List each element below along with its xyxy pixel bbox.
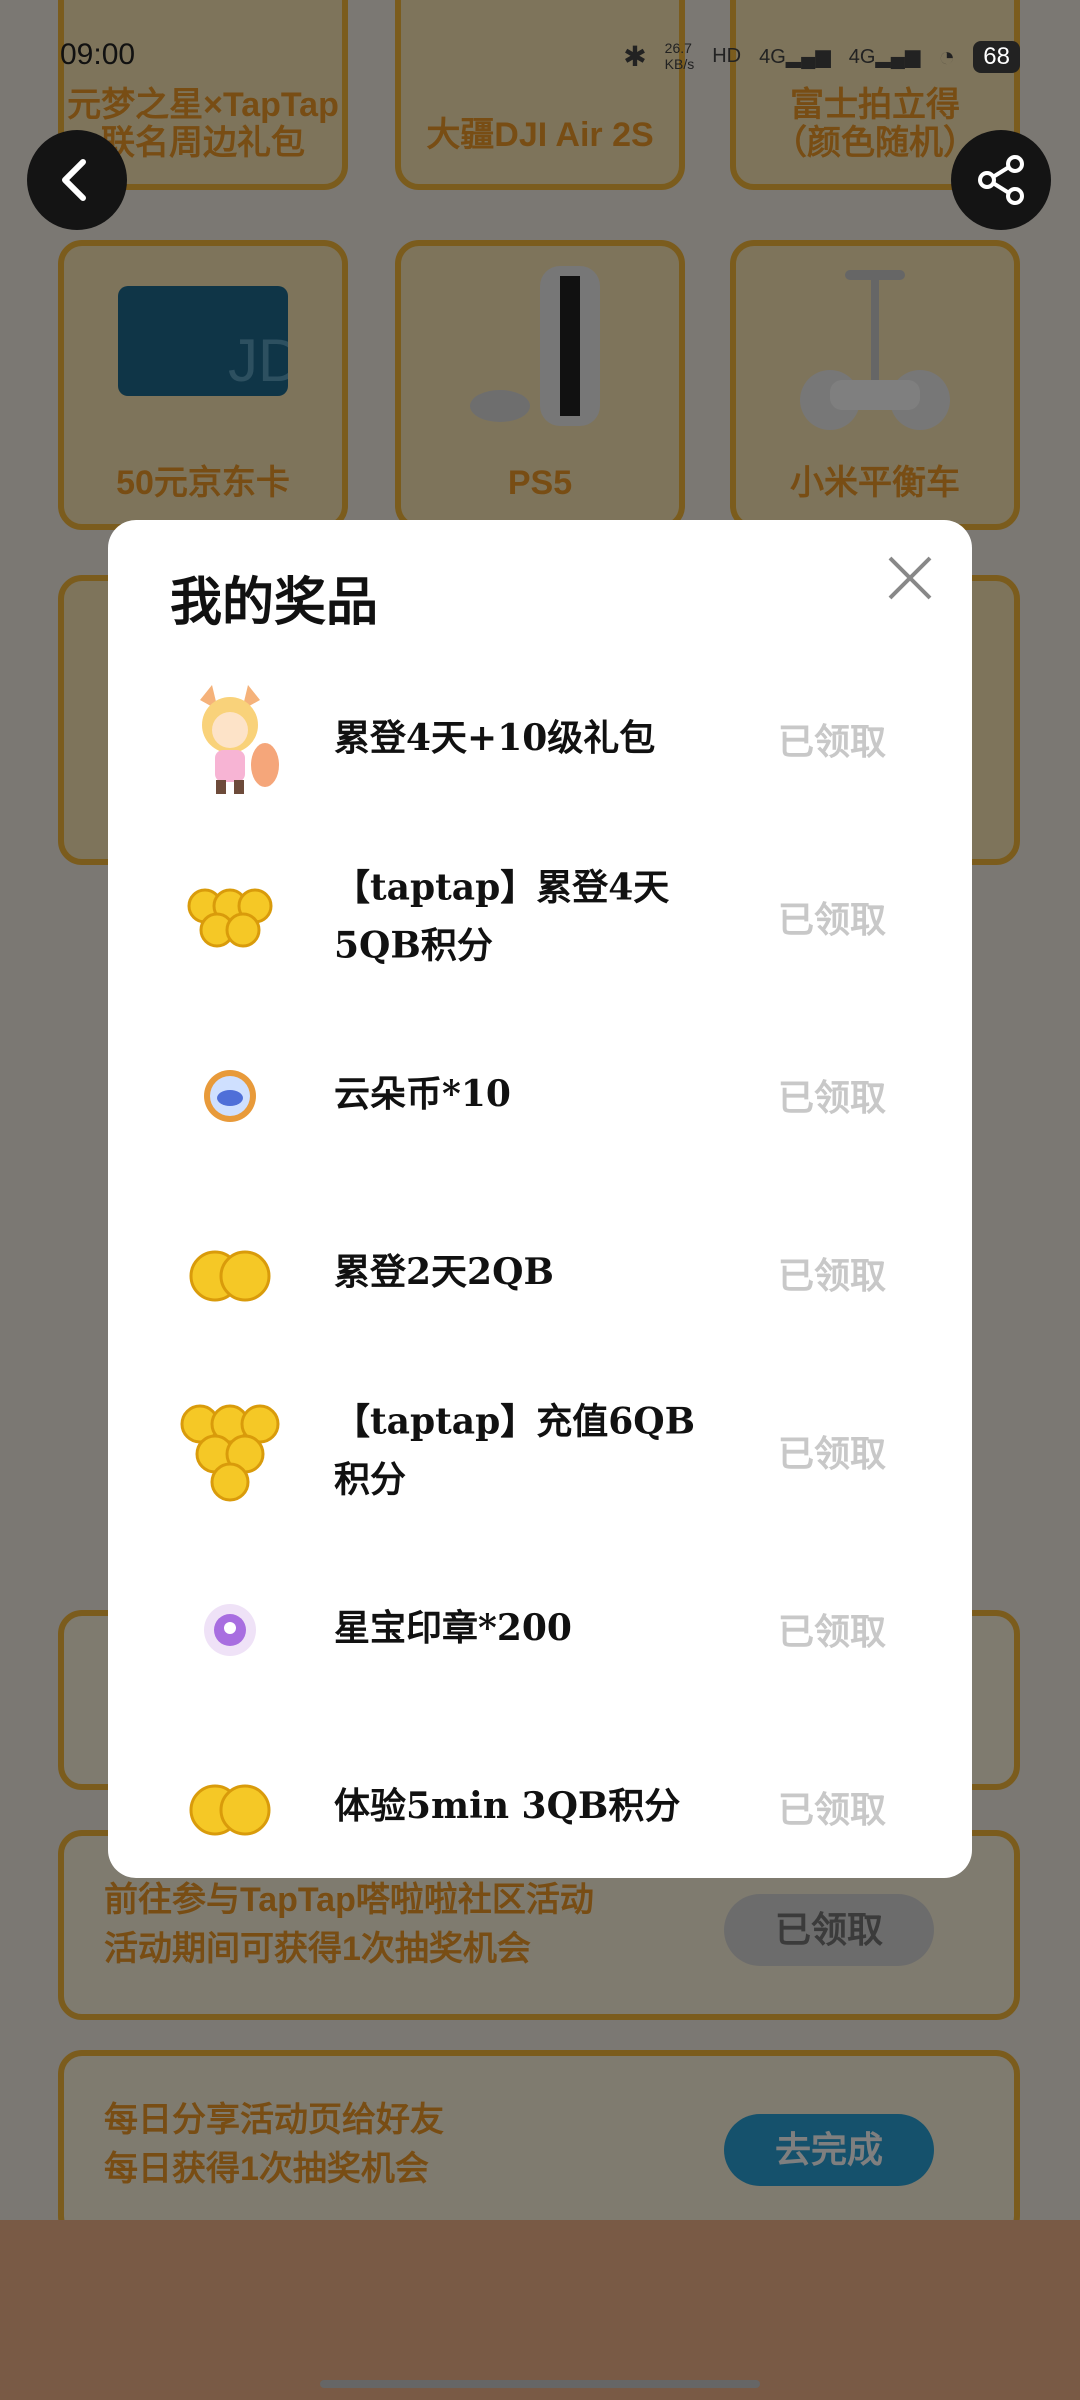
- battery-indicator: 68: [973, 40, 1020, 73]
- claimed-label: 已领取: [777, 1077, 886, 1119]
- status-time: 09:00: [60, 38, 136, 71]
- prize-name: 累登4天+10级礼包: [334, 717, 656, 760]
- coins-6-icon: [187, 888, 273, 948]
- coins-3-icon: [189, 1784, 271, 1836]
- prize-row: 【taptap】充值6QB积分 已领取: [108, 1362, 972, 1540]
- cloud-coin-icon: [204, 1070, 256, 1122]
- signal-4g-icon: 4G▂▄▆: [759, 46, 831, 68]
- prize-name: 星宝印章*200: [334, 1607, 572, 1650]
- bluetooth-icon: ✱: [623, 41, 647, 72]
- coins-6-icon: [180, 1404, 280, 1502]
- claimed-label: 已领取: [777, 899, 886, 941]
- modal-title: 我的奖品: [170, 572, 379, 633]
- prize-list[interactable]: 累登4天+10级礼包 已领取 【taptap】累登4天5QB积分 已领取 云朵币…: [108, 650, 972, 1878]
- claimed-label: 已领取: [777, 1789, 886, 1831]
- wifi-icon: ◔: [938, 40, 956, 72]
- network-speed: 26.7 KB/s: [664, 40, 695, 72]
- prize-name: 【taptap】充值6QB积分: [334, 1400, 696, 1500]
- claimed-label: 已领取: [777, 1255, 886, 1297]
- share-button[interactable]: [951, 130, 1051, 230]
- prize-name: 【taptap】累登4天5QB积分: [334, 866, 670, 966]
- back-button[interactable]: [27, 130, 127, 230]
- prize-name: 云朵币*10: [334, 1073, 511, 1116]
- claimed-label: 已领取: [777, 1611, 886, 1653]
- star-stamp-icon: [204, 1604, 256, 1656]
- prize-row: 【taptap】累登4天5QB积分 已领取: [108, 828, 972, 1006]
- status-bar: 09:00 ✱ 26.7 KB/s HD 4G▂▄▆ 4G▂▄▆ ◔ 68: [0, 30, 1080, 90]
- coins-2-icon: [189, 1250, 271, 1302]
- prize-row: 云朵币*10 已领取: [108, 1006, 972, 1184]
- prize-row: 累登2天2QB 已领取: [108, 1184, 972, 1362]
- prize-row: 星宝印章*200 已领取: [108, 1540, 972, 1718]
- status-icons: ✱ 26.7 KB/s HD 4G▂▄▆ 4G▂▄▆ ◔ 68: [623, 40, 1020, 73]
- prize-row: 体验5min 3QB积分 已领取: [108, 1718, 972, 1878]
- hd-icon: HD: [712, 45, 742, 67]
- home-indicator[interactable]: [320, 2380, 760, 2388]
- chevron-left-icon: [62, 159, 86, 201]
- claimed-label: 已领取: [777, 1433, 886, 1475]
- prize-row: 累登4天+10级礼包 已领取: [108, 650, 972, 828]
- prize-name: 体验5min 3QB积分: [334, 1785, 681, 1828]
- prizes-modal: 我的奖品 累登4天+10级礼包 已领取 【taptap】累登4天5QB积分 已领…: [108, 520, 972, 1878]
- prize-name: 累登2天2QB: [334, 1251, 554, 1294]
- close-icon[interactable]: [882, 550, 938, 606]
- claimed-label: 已领取: [777, 721, 886, 763]
- share-icon: [978, 155, 1024, 205]
- signal-4g-icon: 4G▂▄▆: [848, 46, 921, 68]
- character-icon: [200, 685, 279, 794]
